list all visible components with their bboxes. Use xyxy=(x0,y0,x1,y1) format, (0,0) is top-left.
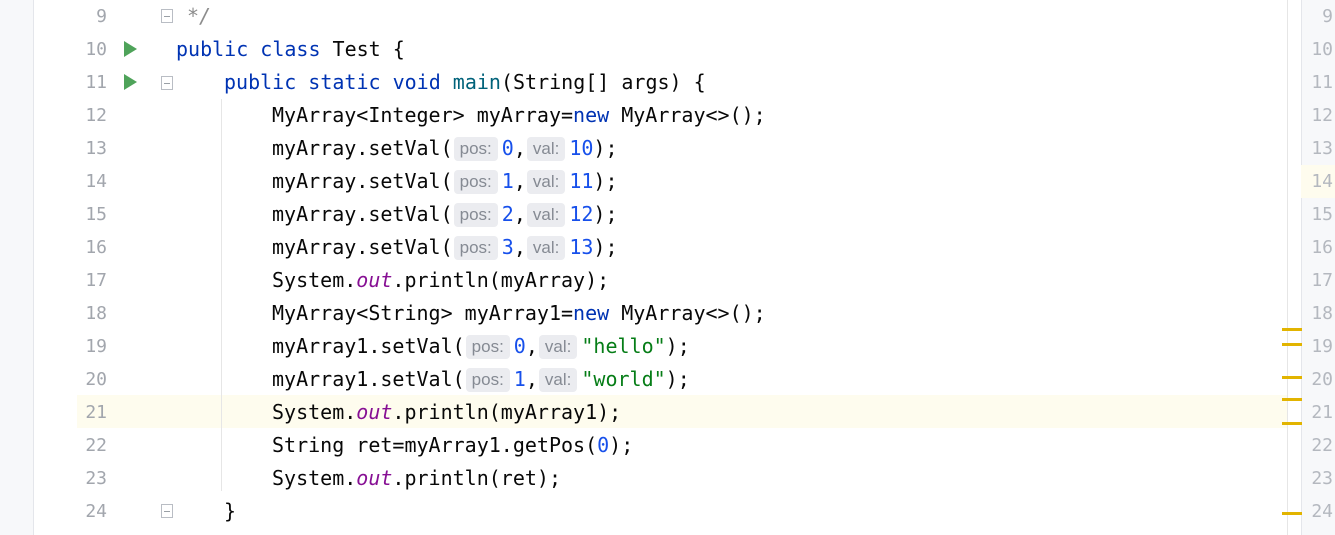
parameter-hint: pos: xyxy=(453,236,498,260)
code-text[interactable]: System.out.println(ret); xyxy=(272,462,561,495)
right-line-number: 13 xyxy=(1311,138,1333,159)
code-line: 10 public class Test { xyxy=(0,33,1335,66)
code-line: 23 System.out.println(ret); xyxy=(0,462,1335,495)
parameter-hint: pos: xyxy=(453,137,498,161)
line-number: 14 xyxy=(85,171,107,192)
right-line-number: 9 xyxy=(1322,6,1333,27)
line-number: 19 xyxy=(85,336,107,357)
right-line-number: 22 xyxy=(1311,435,1333,456)
code-text[interactable]: myArray.setVal(pos: 3, val: 13); xyxy=(272,231,618,264)
line-number: 24 xyxy=(85,501,107,522)
right-line-number: 19 xyxy=(1311,336,1333,357)
parameter-hint: pos: xyxy=(465,335,510,359)
right-line-number: 20 xyxy=(1311,369,1333,390)
code-line: 18 MyArray<String> myArray1=new MyArray<… xyxy=(0,297,1335,330)
code-line: 17 System.out.println(myArray); xyxy=(0,264,1335,297)
warning-marker[interactable] xyxy=(1282,512,1302,515)
right-line-number: 18 xyxy=(1311,303,1333,324)
warning-marker[interactable] xyxy=(1282,376,1302,379)
line-number: 9 xyxy=(96,6,107,27)
parameter-hint: val: xyxy=(526,203,566,227)
parameter-hint: val: xyxy=(538,335,578,359)
code-line: 13 myArray.setVal(pos: 0, val: 10); xyxy=(0,132,1335,165)
code-line: 16 myArray.setVal(pos: 3, val: 13); xyxy=(0,231,1335,264)
code-line: 14 myArray.setVal(pos: 1, val: 11); xyxy=(0,165,1335,198)
parameter-hint: pos: xyxy=(453,170,498,194)
parameter-hint: val: xyxy=(526,170,566,194)
parameter-hint: val: xyxy=(526,236,566,260)
run-play-icon[interactable] xyxy=(124,74,137,90)
right-line-number: 12 xyxy=(1311,105,1333,126)
right-line-number: 16 xyxy=(1311,237,1333,258)
line-number: 13 xyxy=(85,138,107,159)
code-line: 15 myArray.setVal(pos: 2, val: 12); xyxy=(0,198,1335,231)
code-line-current: 21 System.out.println(myArray1); xyxy=(0,396,1335,429)
code-text[interactable]: myArray.setVal(pos: 2, val: 12); xyxy=(272,198,618,231)
code-line: 12 MyArray<Integer> myArray=new MyArray<… xyxy=(0,99,1335,132)
code-text[interactable]: myArray.setVal(pos: 1, val: 11); xyxy=(272,165,618,198)
warning-marker[interactable] xyxy=(1282,422,1302,425)
code-text[interactable]: System.out.println(myArray); xyxy=(272,264,609,297)
code-text[interactable]: MyArray<String> myArray1=new MyArray<>()… xyxy=(272,297,766,330)
line-number: 10 xyxy=(85,39,107,60)
line-number: 15 xyxy=(85,204,107,225)
code-line: 9 */ xyxy=(0,0,1335,33)
right-line-number: 23 xyxy=(1311,468,1333,489)
code-text[interactable]: myArray.setVal(pos: 0, val: 10); xyxy=(272,132,618,165)
code-editor-window: 9 */ 10 public class Test { 11 public st… xyxy=(0,0,1335,535)
line-number: 11 xyxy=(85,72,107,93)
fold-end-icon[interactable] xyxy=(161,9,173,23)
code-line: 24 } xyxy=(0,495,1335,528)
fold-start-icon[interactable] xyxy=(161,76,173,90)
code-text[interactable]: String ret=myArray1.getPos(0); xyxy=(272,429,633,462)
parameter-hint: val: xyxy=(538,368,578,392)
right-line-number: 14 xyxy=(1301,165,1335,198)
code-text[interactable]: System.out.println(myArray1); xyxy=(272,396,621,429)
code-text[interactable]: public static void main(String[] args) { xyxy=(224,66,706,99)
warning-marker[interactable] xyxy=(1282,328,1302,331)
line-number: 16 xyxy=(85,237,107,258)
right-line-number: 11 xyxy=(1311,72,1333,93)
line-number: 21 xyxy=(85,402,107,423)
run-play-icon[interactable] xyxy=(124,41,137,57)
code-line: 20 myArray1.setVal(pos: 1, val: "world"); xyxy=(0,363,1335,396)
warning-marker[interactable] xyxy=(1282,343,1302,346)
code-text[interactable]: myArray1.setVal(pos: 1, val: "world"); xyxy=(272,363,690,396)
line-number: 17 xyxy=(85,270,107,291)
code-text[interactable]: myArray1.setVal(pos: 0, val: "hello"); xyxy=(272,330,690,363)
right-line-number: 17 xyxy=(1311,270,1333,291)
code-text[interactable]: public class Test { xyxy=(176,33,405,66)
line-number: 20 xyxy=(85,369,107,390)
parameter-hint: pos: xyxy=(465,368,510,392)
code-line: 19 myArray1.setVal(pos: 0, val: "hello"); xyxy=(0,330,1335,363)
line-number: 12 xyxy=(85,105,107,126)
code-text[interactable]: */ xyxy=(187,0,211,33)
line-number: 18 xyxy=(85,303,107,324)
code-line: 11 public static void main(String[] args… xyxy=(0,66,1335,99)
line-number: 23 xyxy=(85,468,107,489)
right-line-number: 24 xyxy=(1311,501,1333,522)
right-line-number: 21 xyxy=(1311,402,1333,423)
code-line: 22 String ret=myArray1.getPos(0); xyxy=(0,429,1335,462)
parameter-hint: val: xyxy=(526,137,566,161)
right-line-number: 10 xyxy=(1311,39,1333,60)
warning-marker[interactable] xyxy=(1282,398,1302,401)
parameter-hint: pos: xyxy=(453,203,498,227)
code-text[interactable]: MyArray<Integer> myArray=new MyArray<>()… xyxy=(272,99,766,132)
code-text[interactable]: } xyxy=(224,495,236,528)
right-line-number: 15 xyxy=(1311,204,1333,225)
line-number: 22 xyxy=(85,435,107,456)
fold-end-icon[interactable] xyxy=(161,504,173,518)
